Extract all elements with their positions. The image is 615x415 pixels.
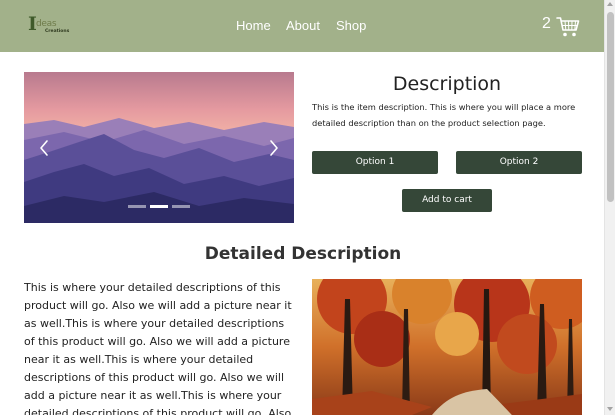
shopping-cart-icon[interactable] [556,16,580,38]
carousel-prev-button[interactable] [32,130,56,166]
cart-count: 2 [542,15,551,32]
logo[interactable]: I deas Creations [28,14,72,38]
page-scrollbar[interactable] [604,0,615,415]
scrollbar-thumb[interactable] [607,12,614,202]
chevron-left-icon [40,140,48,156]
detailed-description-text: This is where your detailed descriptions… [24,281,292,415]
site-header: I deas Creations Home About Shop 2 [0,0,604,52]
scroll-up-arrow-icon[interactable] [607,2,613,6]
carousel-indicators [128,205,190,209]
product-image-carousel[interactable] [24,72,294,223]
nav-home[interactable]: Home [236,18,271,33]
nav-about[interactable]: About [286,18,320,33]
carousel-next-button[interactable] [262,130,286,166]
carousel-indicator-1[interactable] [128,205,146,208]
logo-tagline: Creations [45,29,70,34]
description-text: This is the item description. This is wh… [312,102,576,128]
detailed-description-title: Detailed Description [204,244,402,264]
scroll-down-arrow-icon[interactable] [607,407,613,411]
option-1-button[interactable]: Option 1 [312,151,438,174]
chevron-right-icon [270,140,278,156]
carousel-indicator-3[interactable] [172,205,190,208]
add-to-cart-button[interactable]: Add to cart [402,189,492,212]
carousel-indicator-2[interactable] [150,205,168,208]
nav-shop[interactable]: Shop [336,18,366,33]
mountain-sunset-image [24,72,294,223]
autumn-forest-image [312,279,582,415]
logo-name: deas [36,19,57,29]
description-title: Description [392,73,502,95]
option-2-button[interactable]: Option 2 [456,151,582,174]
